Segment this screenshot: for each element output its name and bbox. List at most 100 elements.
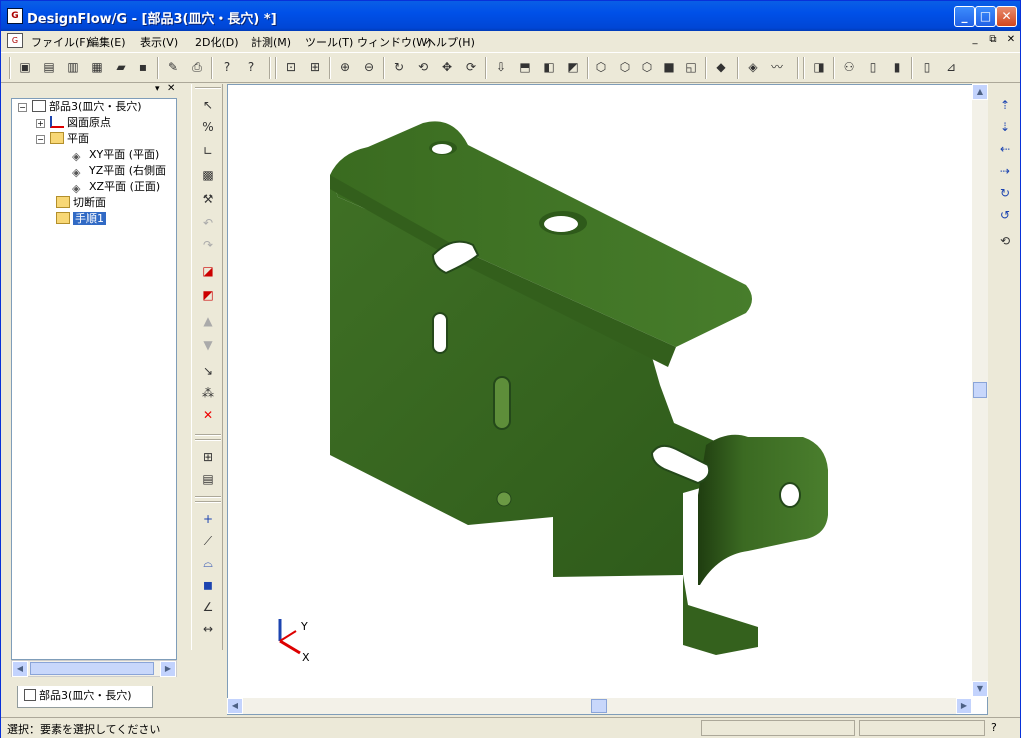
mdi-close-icon[interactable]: ✕: [1004, 34, 1018, 47]
rotate-right-icon[interactable]: ⇢: [995, 162, 1015, 180]
view-top-icon[interactable]: ⬡: [637, 57, 657, 77]
layout-icon[interactable]: ⊞: [198, 448, 218, 466]
tree-item-xy-plane[interactable]: ◈ XY平面 (平面): [72, 147, 159, 163]
slot-hole-3[interactable]: [493, 376, 511, 430]
mdi-minimize-icon[interactable]: _: [968, 34, 982, 47]
scroll-thumb[interactable]: [30, 662, 154, 675]
percent-icon[interactable]: %: [198, 118, 218, 136]
scroll-thumb[interactable]: [973, 382, 987, 398]
move-down-icon[interactable]: ▼: [198, 336, 218, 354]
save-icon[interactable]: ▪: [133, 57, 153, 77]
document-icon[interactable]: G: [7, 33, 23, 48]
zoom-in-icon[interactable]: ⊕: [335, 57, 355, 77]
part-model[interactable]: Y X: [228, 85, 988, 715]
lower-tab[interactable]: [683, 575, 758, 655]
tree-horizontal-scrollbar[interactable]: ◀ ▶: [11, 660, 177, 677]
zoom-fit-icon[interactable]: ⊡: [281, 57, 301, 77]
redo-icon[interactable]: ↷: [198, 236, 218, 254]
undo-icon[interactable]: ↶: [198, 214, 218, 232]
menu-file[interactable]: ファイル(F): [31, 34, 90, 50]
expand-icon[interactable]: +: [36, 119, 45, 128]
move-down-icon[interactable]: ⇩: [491, 57, 511, 77]
menu-measure[interactable]: 計測(M): [251, 34, 291, 50]
rotate-view-icon[interactable]: ↻: [389, 57, 409, 77]
viewport-horizontal-scrollbar[interactable]: ◀ ▶: [227, 698, 972, 714]
view-iso-icon[interactable]: ⬡: [591, 57, 611, 77]
close-button[interactable]: ✕: [996, 6, 1017, 27]
delete-icon[interactable]: ✕: [198, 406, 218, 424]
move-up-icon[interactable]: ▲: [198, 312, 218, 330]
menu-help[interactable]: ヘルプ(H): [425, 34, 475, 50]
title-bar[interactable]: G DesignFlow/G - [部品3(皿穴・長穴) *] _ □ ✕: [1, 1, 1020, 31]
library-icon[interactable]: ▤: [198, 470, 218, 488]
wave-icon[interactable]: 〰: [767, 57, 787, 77]
scroll-left-icon[interactable]: ◀: [227, 698, 243, 714]
context-help-icon[interactable]: ?: [217, 57, 237, 77]
color-part-icon[interactable]: ◩: [563, 57, 583, 77]
properties-icon[interactable]: ✎: [163, 57, 183, 77]
orbit-icon[interactable]: ⟳: [461, 57, 481, 77]
menu-edit[interactable]: 編集(E): [88, 34, 126, 50]
rotate-axis-icon[interactable]: ⟲: [413, 57, 433, 77]
rotate-ccw-icon[interactable]: ↺: [995, 206, 1015, 224]
scroll-thumb[interactable]: [591, 699, 607, 713]
scroll-right-icon[interactable]: ▶: [956, 698, 972, 714]
measure-icon[interactable]: ▯: [917, 57, 937, 77]
flange-hole[interactable]: [779, 482, 801, 508]
viewport-vertical-scrollbar[interactable]: ▲ ▼: [972, 84, 988, 697]
cylinder-view-icon[interactable]: ▮: [887, 57, 907, 77]
menu-2d[interactable]: 2D化(D): [195, 34, 239, 50]
slot-hole-2[interactable]: [432, 312, 448, 354]
panel-close-icon[interactable]: ✕: [167, 83, 175, 94]
collapse-icon[interactable]: −: [18, 103, 27, 112]
new-part-icon[interactable]: ▣: [15, 57, 35, 77]
pan-icon[interactable]: ✥: [437, 57, 457, 77]
zoom-out-icon[interactable]: ⊖: [359, 57, 379, 77]
select-arrow-icon[interactable]: ↖: [198, 96, 218, 114]
insert-part-icon[interactable]: ⬒: [515, 57, 535, 77]
hatch-icon[interactable]: ▩: [198, 166, 218, 184]
help-icon[interactable]: ?: [241, 57, 261, 77]
surface-icon[interactable]: ⌓: [198, 554, 218, 572]
scroll-left-icon[interactable]: ◀: [12, 661, 28, 677]
tree-item-section[interactable]: 切断面: [56, 195, 106, 211]
right-flange[interactable]: [698, 434, 828, 585]
tab-part3[interactable]: 部品3(皿穴・長穴): [17, 686, 153, 708]
tree-item-yz-plane[interactable]: ◈ YZ平面 (右側面: [72, 163, 166, 179]
angle-icon[interactable]: ∠: [198, 598, 218, 616]
rotate-cw-icon[interactable]: ↻: [995, 184, 1015, 202]
point-icon[interactable]: +: [198, 510, 218, 528]
scroll-down-icon[interactable]: ▼: [972, 681, 988, 697]
zoom-window-icon[interactable]: ⊞: [305, 57, 325, 77]
reset-view-icon[interactable]: ⟲: [995, 232, 1015, 250]
shade-part-icon[interactable]: ◧: [539, 57, 559, 77]
axes-icon[interactable]: ∟: [198, 142, 218, 160]
print-icon[interactable]: ⎙: [187, 57, 207, 77]
dimension-icon[interactable]: ⊿: [941, 57, 961, 77]
view-right-icon[interactable]: ◱: [681, 57, 701, 77]
solid-icon[interactable]: ◼: [198, 576, 218, 594]
scroll-up-icon[interactable]: ▲: [972, 84, 988, 100]
binoculars-icon[interactable]: ⚇: [839, 57, 859, 77]
new-drawing-icon[interactable]: ▥: [63, 57, 83, 77]
view-color-cube-icon[interactable]: ◆: [711, 57, 731, 77]
rotate-up-icon[interactable]: ⇡: [995, 96, 1015, 114]
rotate-down-icon[interactable]: ⇣: [995, 118, 1015, 136]
feature-tree[interactable]: − 部品3(皿穴・長穴) + 図面原点 − 平面 ◈ XY平面 (平面) ◈ YZ平…: [11, 98, 177, 660]
open-folder-icon[interactable]: ▰: [111, 57, 131, 77]
tree-root[interactable]: 部品3(皿穴・長穴): [32, 99, 142, 115]
view-yellow-cube-icon[interactable]: ■: [659, 57, 679, 77]
mdi-restore-icon[interactable]: ⧉: [986, 34, 1000, 47]
tree-item-origin[interactable]: 図面原点: [50, 115, 111, 131]
small-hole[interactable]: [496, 491, 512, 507]
panel-menu-icon[interactable]: ▾: [155, 84, 160, 94]
minimize-button[interactable]: _: [954, 6, 975, 27]
menu-view[interactable]: 表示(V): [140, 34, 178, 50]
select-part-icon[interactable]: ◨: [809, 57, 829, 77]
menu-tools[interactable]: ツール(T): [305, 34, 353, 50]
view-front-icon[interactable]: ⬡: [615, 57, 635, 77]
shaded-mode-icon[interactable]: ◈: [743, 57, 763, 77]
section-view-icon[interactable]: ▯: [863, 57, 883, 77]
add-feature-icon[interactable]: ◪: [198, 262, 218, 280]
rotate-left-icon[interactable]: ⇠: [995, 140, 1015, 158]
